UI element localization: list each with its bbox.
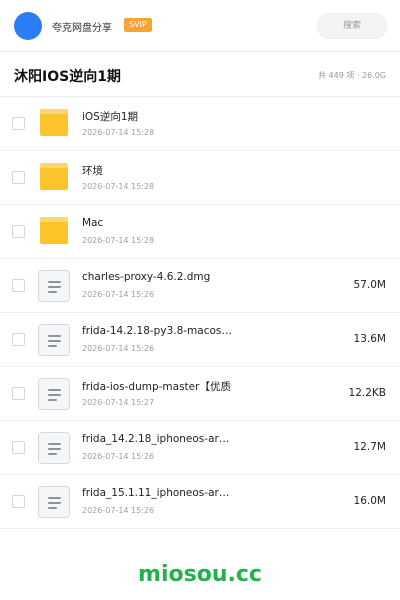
file-stats: 共 449 项 · 26.0G (318, 71, 386, 80)
select-checkbox[interactable] (12, 279, 25, 292)
file-name: frida-14.2.18-py3.8-macos… (82, 325, 232, 337)
file-date: 2026-07-14 15:28 (82, 182, 155, 191)
select-checkbox[interactable] (12, 387, 25, 400)
select-checkbox[interactable] (12, 225, 25, 238)
file-date: 2026-07-14 15:26 (82, 452, 155, 461)
document-icon (38, 270, 70, 302)
list-item[interactable]: charles-proxy-4.6.2.dmg 2026-07-14 15:26… (0, 259, 400, 313)
user-avatar[interactable] (14, 12, 42, 40)
document-icon (38, 324, 70, 356)
file-date: 2026-07-14 15:28 (82, 236, 155, 245)
list-item[interactable]: frida_15.1.11_iphoneos-ar… 2026-07-14 15… (0, 475, 400, 529)
file-name: charles-proxy-4.6.2.dmg (82, 271, 211, 283)
search-button[interactable]: 搜索 (317, 13, 387, 39)
folder-icon (38, 216, 70, 248)
file-date: 2026-07-14 15:26 (82, 344, 155, 353)
list-item[interactable]: frida_14.2.18_iphoneos-ar… 2026-07-14 15… (0, 421, 400, 475)
file-name: frida_15.1.11_iphoneos-ar… (82, 487, 230, 499)
file-name: frida_14.2.18_iphoneos-ar… (82, 433, 230, 445)
file-name: frida-ios-dump-master【优质合… (82, 381, 232, 393)
file-list: iOS逆向1期 2026-07-14 15:28 环境 2026-07-14 1… (0, 97, 400, 529)
list-item[interactable]: iOS逆向1期 2026-07-14 15:28 (0, 97, 400, 151)
site-watermark: miosou.cc (138, 562, 262, 587)
file-size: 13.6M (353, 333, 386, 345)
file-date: 2026-07-14 15:28 (82, 128, 155, 137)
page-title: 沐阳IOS逆向1期 (14, 69, 121, 85)
file-size: 12.7M (353, 441, 386, 453)
document-icon (38, 378, 70, 410)
select-checkbox[interactable] (12, 495, 25, 508)
file-name: Mac (82, 217, 104, 229)
file-size: 57.0M (353, 279, 386, 291)
svip-badge: SVIP (124, 18, 152, 32)
list-item[interactable]: frida-ios-dump-master【优质合… 2026-07-14 15… (0, 367, 400, 421)
file-date: 2026-07-14 15:26 (82, 290, 155, 299)
file-date: 2026-07-14 15:27 (82, 398, 155, 407)
list-item[interactable]: Mac 2026-07-14 15:28 (0, 205, 400, 259)
select-checkbox[interactable] (12, 441, 25, 454)
app-header: 夸克网盘分享 SVIP 搜索 (0, 0, 400, 52)
document-icon (38, 432, 70, 464)
folder-icon (38, 162, 70, 194)
file-name: iOS逆向1期 (82, 111, 139, 123)
file-size: 12.2KB (348, 387, 386, 399)
file-name: 环境 (82, 165, 103, 177)
select-checkbox[interactable] (12, 117, 25, 130)
document-icon (38, 486, 70, 518)
select-checkbox[interactable] (12, 333, 25, 346)
folder-icon (38, 108, 70, 140)
list-item[interactable]: 环境 2026-07-14 15:28 (0, 151, 400, 205)
list-item[interactable]: frida-14.2.18-py3.8-macos… 2026-07-14 15… (0, 313, 400, 367)
folder-title-bar: 沐阳IOS逆向1期 共 449 项 · 26.0G (0, 52, 400, 97)
select-checkbox[interactable] (12, 171, 25, 184)
file-size: 16.0M (353, 495, 386, 507)
brand-name: 夸克网盘分享 (52, 23, 112, 34)
file-date: 2026-07-14 15:26 (82, 506, 155, 515)
